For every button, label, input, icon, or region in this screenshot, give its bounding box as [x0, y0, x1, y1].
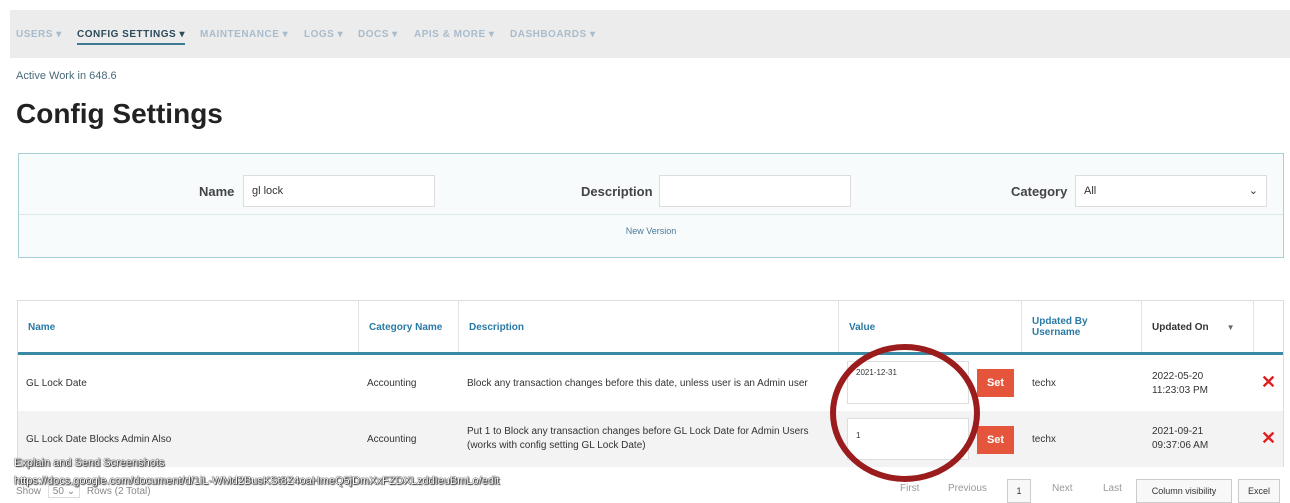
cell-description: Block any transaction changes before thi…	[467, 377, 808, 389]
annotation-circle	[830, 344, 980, 482]
updated-date: 2021-09-21	[1152, 426, 1204, 437]
chevron-down-icon: ⌄	[1248, 185, 1258, 197]
next-page[interactable]: Next	[1052, 483, 1073, 494]
nav-dashboards[interactable]: DASHBOARDS ▾	[510, 29, 595, 40]
overlay-title: Explain and Send Screenshots	[14, 457, 165, 469]
updated-time: 09:37:06 AM	[1152, 440, 1209, 451]
delete-icon[interactable]: ✕	[1261, 428, 1276, 449]
nav-users[interactable]: USERS ▾	[16, 29, 62, 40]
table-row: GL Lock Date Accounting Block any transa…	[18, 355, 1283, 412]
col-description[interactable]: Description	[459, 301, 839, 353]
delete-icon[interactable]: ✕	[1261, 372, 1276, 393]
excel-button[interactable]: Excel	[1238, 479, 1280, 503]
cell-category: Accounting	[367, 378, 417, 389]
page-1[interactable]: 1	[1007, 479, 1031, 503]
cell-name: GL Lock Date	[26, 378, 87, 389]
table-row: GL Lock Date Blocks Admin Also Accountin…	[18, 411, 1283, 467]
category-value: All	[1084, 185, 1097, 197]
description-input[interactable]	[659, 175, 851, 207]
updated-date: 2022-05-20	[1152, 370, 1204, 382]
column-visibility-button[interactable]: Column visibility	[1136, 479, 1232, 503]
overlay-url[interactable]: https://docs.google.com/document/d/1iL-W…	[14, 475, 499, 487]
description-label: Description	[581, 184, 653, 199]
category-select[interactable]: All ⌄	[1075, 175, 1267, 207]
cell-description: Put 1 to Block any transaction changes b…	[467, 426, 809, 451]
col-name[interactable]: Name	[18, 301, 359, 353]
name-label: Name	[199, 184, 235, 199]
show-label: Show	[16, 486, 42, 497]
updated-time: 11:23:03 PM	[1152, 384, 1208, 396]
rows-total: Rows (2 Total)	[86, 486, 151, 497]
cell-updated-by: techx	[1032, 433, 1056, 445]
name-input[interactable]: gl lock	[243, 175, 435, 207]
col-updated-on-label: Updated On	[1152, 321, 1209, 333]
divider	[19, 214, 1283, 215]
col-category[interactable]: Category Name	[359, 301, 459, 353]
nav-apis[interactable]: APIS & MORE ▾	[414, 29, 494, 40]
category-label: Category	[1011, 184, 1068, 199]
nav-docs[interactable]: DOCS ▾	[358, 29, 398, 40]
filter-panel: Name gl lock Description Category All ⌄ N…	[18, 153, 1284, 258]
nav-logs[interactable]: LOGS ▾	[304, 29, 343, 40]
config-table: Name Category Name Description Value Upd…	[17, 300, 1284, 467]
page-title: Config Settings	[16, 98, 223, 129]
col-updated-on[interactable]: Updated On ▼	[1142, 301, 1254, 353]
breadcrumb[interactable]: Active Work in 648.6	[16, 70, 117, 82]
page-size-control: Show 50 ⌄ Rows (2 Total)	[16, 485, 151, 498]
col-updated-by[interactable]: Updated By Username	[1022, 301, 1142, 353]
new-version-link[interactable]: New Version	[19, 226, 1283, 236]
page-size-value: 50	[52, 486, 64, 497]
nav-maintenance[interactable]: MAINTENANCE ▾	[200, 29, 288, 40]
last-page[interactable]: Last	[1103, 483, 1122, 494]
previous-page[interactable]: Previous	[948, 483, 987, 494]
cell-updated-by: techx	[1032, 378, 1056, 389]
top-nav: USERS ▾ CONFIG SETTINGS ▾ MAINTENANCE ▾ …	[10, 10, 1290, 58]
sort-desc-icon: ▼	[1226, 322, 1235, 332]
nav-config-settings[interactable]: CONFIG SETTINGS ▾	[77, 29, 185, 45]
first-page[interactable]: First	[900, 483, 919, 494]
cell-category: Accounting	[367, 433, 417, 445]
